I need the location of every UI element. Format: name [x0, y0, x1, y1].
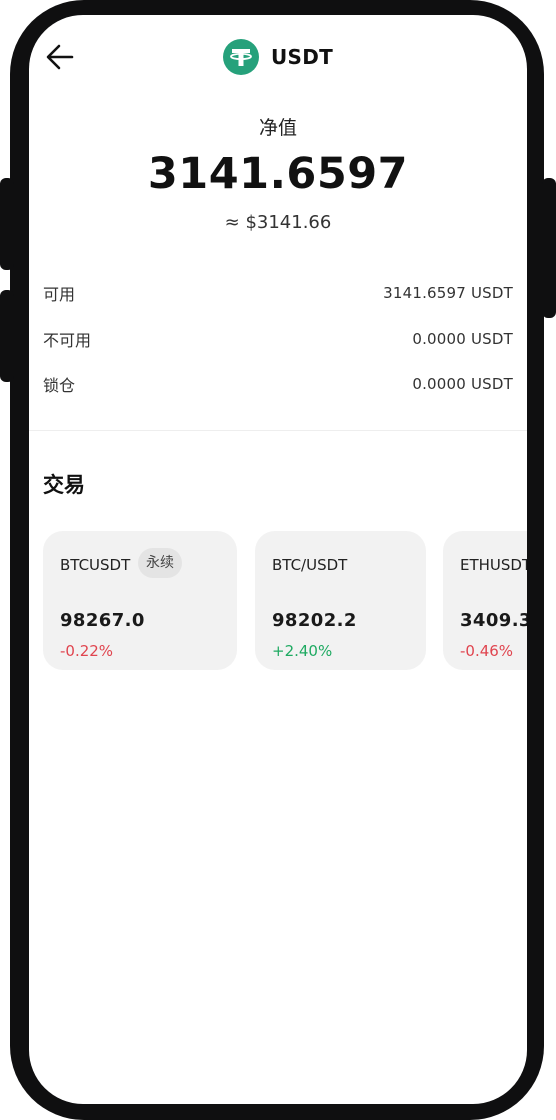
page-title: USDT: [270, 45, 334, 69]
header: USDT: [29, 37, 527, 77]
app-screen: USDT 净值 3141.6597 ≈ $3141.66 可用 3141.659…: [29, 15, 527, 1104]
power-button: [542, 178, 556, 318]
card-symbol: ETHUSDT: [460, 556, 527, 574]
card-price: 98202.2: [272, 610, 357, 631]
card-price: 98267.0: [60, 610, 145, 631]
trade-section-title: 交易: [43, 473, 85, 497]
perpetual-badge: 永续: [138, 548, 182, 578]
card-change: +2.40%: [272, 642, 333, 660]
card-change: -0.46%: [460, 642, 514, 660]
card-price: 3409.3: [460, 610, 527, 631]
available-value: 3141.6597 USDT: [383, 284, 513, 302]
locked-row: 锁仓 0.0000 USDT: [43, 369, 513, 399]
net-value-label: 净值: [258, 117, 297, 139]
locked-label: 锁仓: [43, 376, 76, 395]
card-change: -0.22%: [60, 642, 114, 660]
unavailable-row: 不可用 0.0000 USDT: [43, 324, 513, 354]
card-symbol: BTC/USDT: [272, 556, 348, 574]
trade-card-btc-usdt-spot[interactable]: BTC/USDT 98202.2 +2.40%: [255, 531, 426, 670]
net-value-usd: ≈ $3141.66: [224, 212, 332, 233]
locked-value: 0.0000 USDT: [412, 375, 513, 393]
volume-down-button: [0, 290, 14, 382]
net-value-amount: 3141.6597: [147, 149, 409, 199]
trade-card-btcusdt-perp[interactable]: BTCUSDT 永续 98267.0 -0.22%: [43, 531, 237, 670]
available-row: 可用 3141.6597 USDT: [43, 278, 513, 308]
volume-up-button: [0, 178, 14, 270]
unavailable-value: 0.0000 USDT: [412, 330, 513, 348]
unavailable-label: 不可用: [43, 331, 92, 350]
tether-icon: [222, 39, 259, 75]
trade-card-ethusdt[interactable]: ETHUSDT 3409.3 -0.46%: [443, 531, 527, 670]
card-symbol: BTCUSDT: [60, 556, 131, 574]
available-label: 可用: [43, 285, 76, 304]
divider: [29, 430, 527, 431]
